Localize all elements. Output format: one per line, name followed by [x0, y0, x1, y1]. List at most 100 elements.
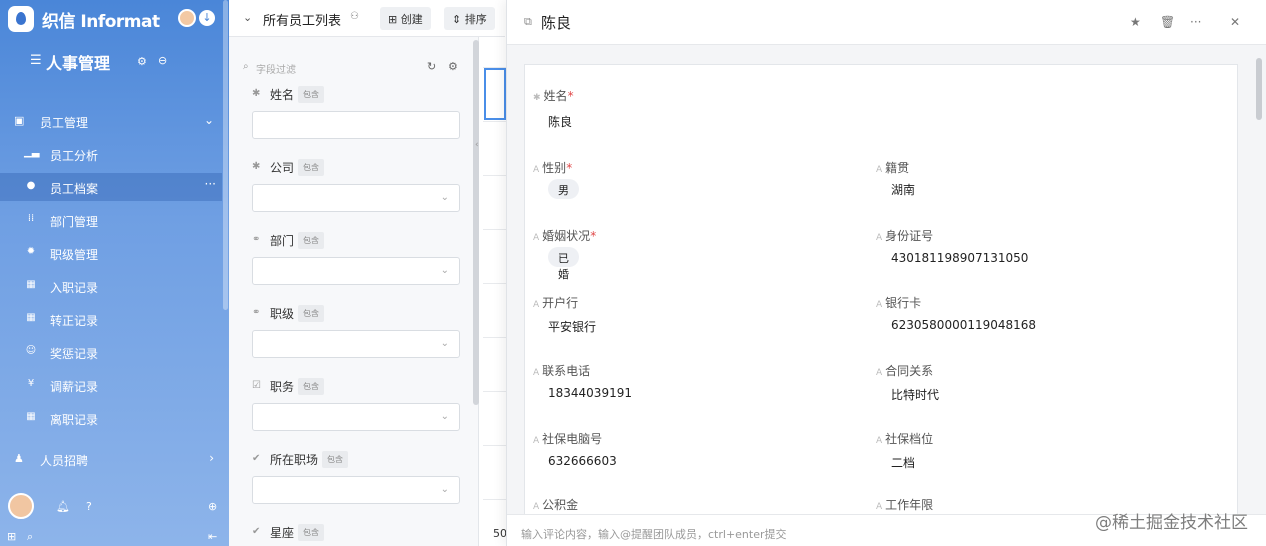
share-icon[interactable]: ⚇ — [350, 11, 359, 22]
operator-badge[interactable]: 包含 — [322, 451, 348, 468]
field-tag[interactable]: 男 — [548, 179, 579, 199]
comment-placeholder: 输入评论内容，输入@提醒团队成员，ctrl+enter提交 — [521, 528, 787, 541]
org-icon: ⁞⁞ — [27, 213, 35, 224]
user-avatar[interactable] — [178, 9, 196, 27]
filter-field-company: ✱ 公司 包含 ⌄ — [252, 159, 460, 219]
sidebar-item-grade[interactable]: ✹ 职级管理 — [0, 239, 222, 267]
create-button-label: 创建 — [400, 13, 423, 26]
nav-group-recruit[interactable]: ♟ 人员招聘 › — [0, 445, 222, 473]
table-row[interactable] — [483, 175, 506, 176]
chevron-down-icon[interactable]: ⌄ — [243, 11, 252, 24]
filter-select[interactable]: ⌄ — [252, 476, 460, 504]
sidebar-item-onboarding[interactable]: ▦ 入职记录 — [0, 272, 222, 300]
sidebar-scrollbar[interactable] — [223, 0, 228, 310]
filter-select[interactable]: ⌄ — [252, 330, 460, 358]
search-icon[interactable]: ⌕ — [27, 530, 33, 544]
table-row[interactable] — [483, 337, 506, 338]
table-row[interactable] — [483, 445, 506, 446]
checkbox-icon: ☑ — [252, 380, 261, 391]
table-row[interactable] — [483, 283, 506, 284]
sidebar-item-label: 调薪记录 — [50, 380, 99, 394]
field-value[interactable]: 陈良 — [548, 113, 572, 130]
trash-icon[interactable]: 🗑︎ — [1160, 15, 1175, 29]
filter-field-label: 部门 — [270, 234, 295, 248]
field-value[interactable]: 18344039191 — [548, 386, 632, 400]
detail-scrollbar[interactable] — [1256, 58, 1262, 120]
field-value[interactable]: 430181198907131050 — [891, 251, 1028, 265]
add-user-icon[interactable]: ⊕ — [208, 500, 217, 513]
gear-icon[interactable]: ⚙ — [137, 55, 147, 68]
avatar[interactable] — [8, 493, 34, 519]
sidebar-item-label: 离职记录 — [50, 413, 99, 427]
field-value[interactable]: 比特时代 — [891, 386, 939, 403]
sidebar-item-salary[interactable]: ¥ 调薪记录 — [0, 371, 222, 399]
operator-badge[interactable]: 包含 — [298, 232, 324, 249]
operator-badge[interactable]: 包含 — [298, 305, 324, 322]
table-row[interactable] — [483, 499, 506, 500]
field-label: 公积金 — [542, 498, 579, 512]
logo-icon — [8, 6, 34, 32]
filter-text-input[interactable] — [252, 111, 460, 139]
page-size[interactable]: 50 — [493, 527, 507, 540]
smile-icon: ☺ — [25, 345, 37, 356]
sort-button[interactable]: ⇕ 排序 — [444, 7, 495, 30]
asterisk-icon: ✱ — [252, 88, 261, 99]
field-value[interactable]: 湖南 — [891, 181, 915, 198]
refresh-icon[interactable]: ↻ — [427, 60, 436, 73]
field-tag[interactable]: 已婚 — [548, 247, 579, 281]
filter-select[interactable]: ⌄ — [252, 403, 460, 431]
star-icon[interactable]: ★ — [1130, 15, 1141, 29]
view-title[interactable]: 所有员工列表 — [263, 10, 341, 29]
download-icon[interactable]: ↓ — [199, 10, 215, 26]
text-type-icon: A — [876, 502, 883, 512]
create-button[interactable]: ⊞ 创建 — [380, 7, 431, 30]
minus-circle-icon[interactable]: ⊖ — [158, 54, 167, 67]
operator-badge[interactable]: 包含 — [298, 524, 324, 541]
text-type-icon: A — [876, 300, 883, 310]
person-card-icon: ▣ — [14, 114, 25, 127]
sidebar-item-department[interactable]: ⁞⁞ 部门管理 — [0, 206, 222, 234]
filter-select[interactable]: ⌄ — [252, 257, 460, 285]
operator-badge[interactable]: 包含 — [298, 86, 324, 103]
text-type-icon: A — [533, 300, 540, 310]
operator-badge[interactable]: 包含 — [298, 159, 324, 176]
field-value[interactable]: 平安银行 — [548, 318, 596, 335]
detail-header: ⧉ 陈良 ★ 🗑︎ ··· ✕ — [507, 0, 1266, 45]
brand-name: 织信 Informat — [42, 12, 160, 32]
sidebar-item-resignation[interactable]: ▦ 离职记录 — [0, 404, 222, 432]
chevron-down-icon: ⌄ — [440, 484, 449, 495]
nav-group-employee[interactable]: ▣ 员工管理 ⌄ — [0, 107, 222, 135]
gear-icon[interactable]: ⚙ — [448, 60, 458, 73]
sidebar-item-rewards[interactable]: ☺ 奖惩记录 — [0, 338, 222, 366]
copy-icon[interactable]: ⧉ — [524, 15, 532, 29]
table-row[interactable] — [483, 121, 506, 122]
sidebar-item-regularization[interactable]: ▦ 转正记录 — [0, 305, 222, 333]
field-label: 姓名 — [543, 89, 568, 103]
close-icon[interactable]: ✕ — [1230, 15, 1240, 29]
table-row[interactable] — [483, 229, 506, 230]
table-icon: ▦ — [26, 411, 36, 422]
add-icon[interactable]: ⊞ — [7, 530, 16, 543]
field-value[interactable]: 632666603 — [548, 454, 617, 468]
field-value[interactable]: 二档 — [891, 454, 915, 471]
sidebar-item-analysis[interactable]: ▁▃ 员工分析 — [0, 140, 222, 168]
more-icon[interactable]: ··· — [205, 177, 216, 191]
operator-badge[interactable]: 包含 — [298, 378, 324, 395]
selected-cell[interactable] — [484, 68, 506, 120]
table-icon: ▦ — [26, 312, 36, 323]
person-pin-icon: ♟ — [14, 452, 24, 465]
filter-select[interactable]: ⌄ — [252, 184, 460, 212]
sidebar: 织信 Informat ↓ ☰ 人事管理 ⚙ ⊖ ▣ 员工管理 ⌄ ▁▃ 员工分… — [0, 0, 229, 546]
chevron-down-icon: ⌄ — [203, 113, 214, 127]
sidebar-item-archive[interactable]: ● 员工档案 ··· — [0, 173, 222, 201]
filter-field-grade: ⚭ 职级 包含 ⌄ — [252, 305, 460, 365]
help-icon[interactable]: ? — [86, 500, 92, 513]
more-icon[interactable]: ··· — [1190, 15, 1201, 29]
filter-field-label: 职务 — [270, 380, 295, 394]
collapse-icon[interactable]: ⇤ — [208, 530, 217, 543]
bell-icon[interactable]: 🔔︎ — [56, 500, 70, 513]
asterisk-icon: ✱ — [252, 161, 261, 172]
field-value[interactable]: 6230580000119048168 — [891, 318, 1036, 332]
table-row[interactable] — [483, 391, 506, 392]
field-filter-input[interactable]: 字段过滤 — [256, 61, 296, 76]
